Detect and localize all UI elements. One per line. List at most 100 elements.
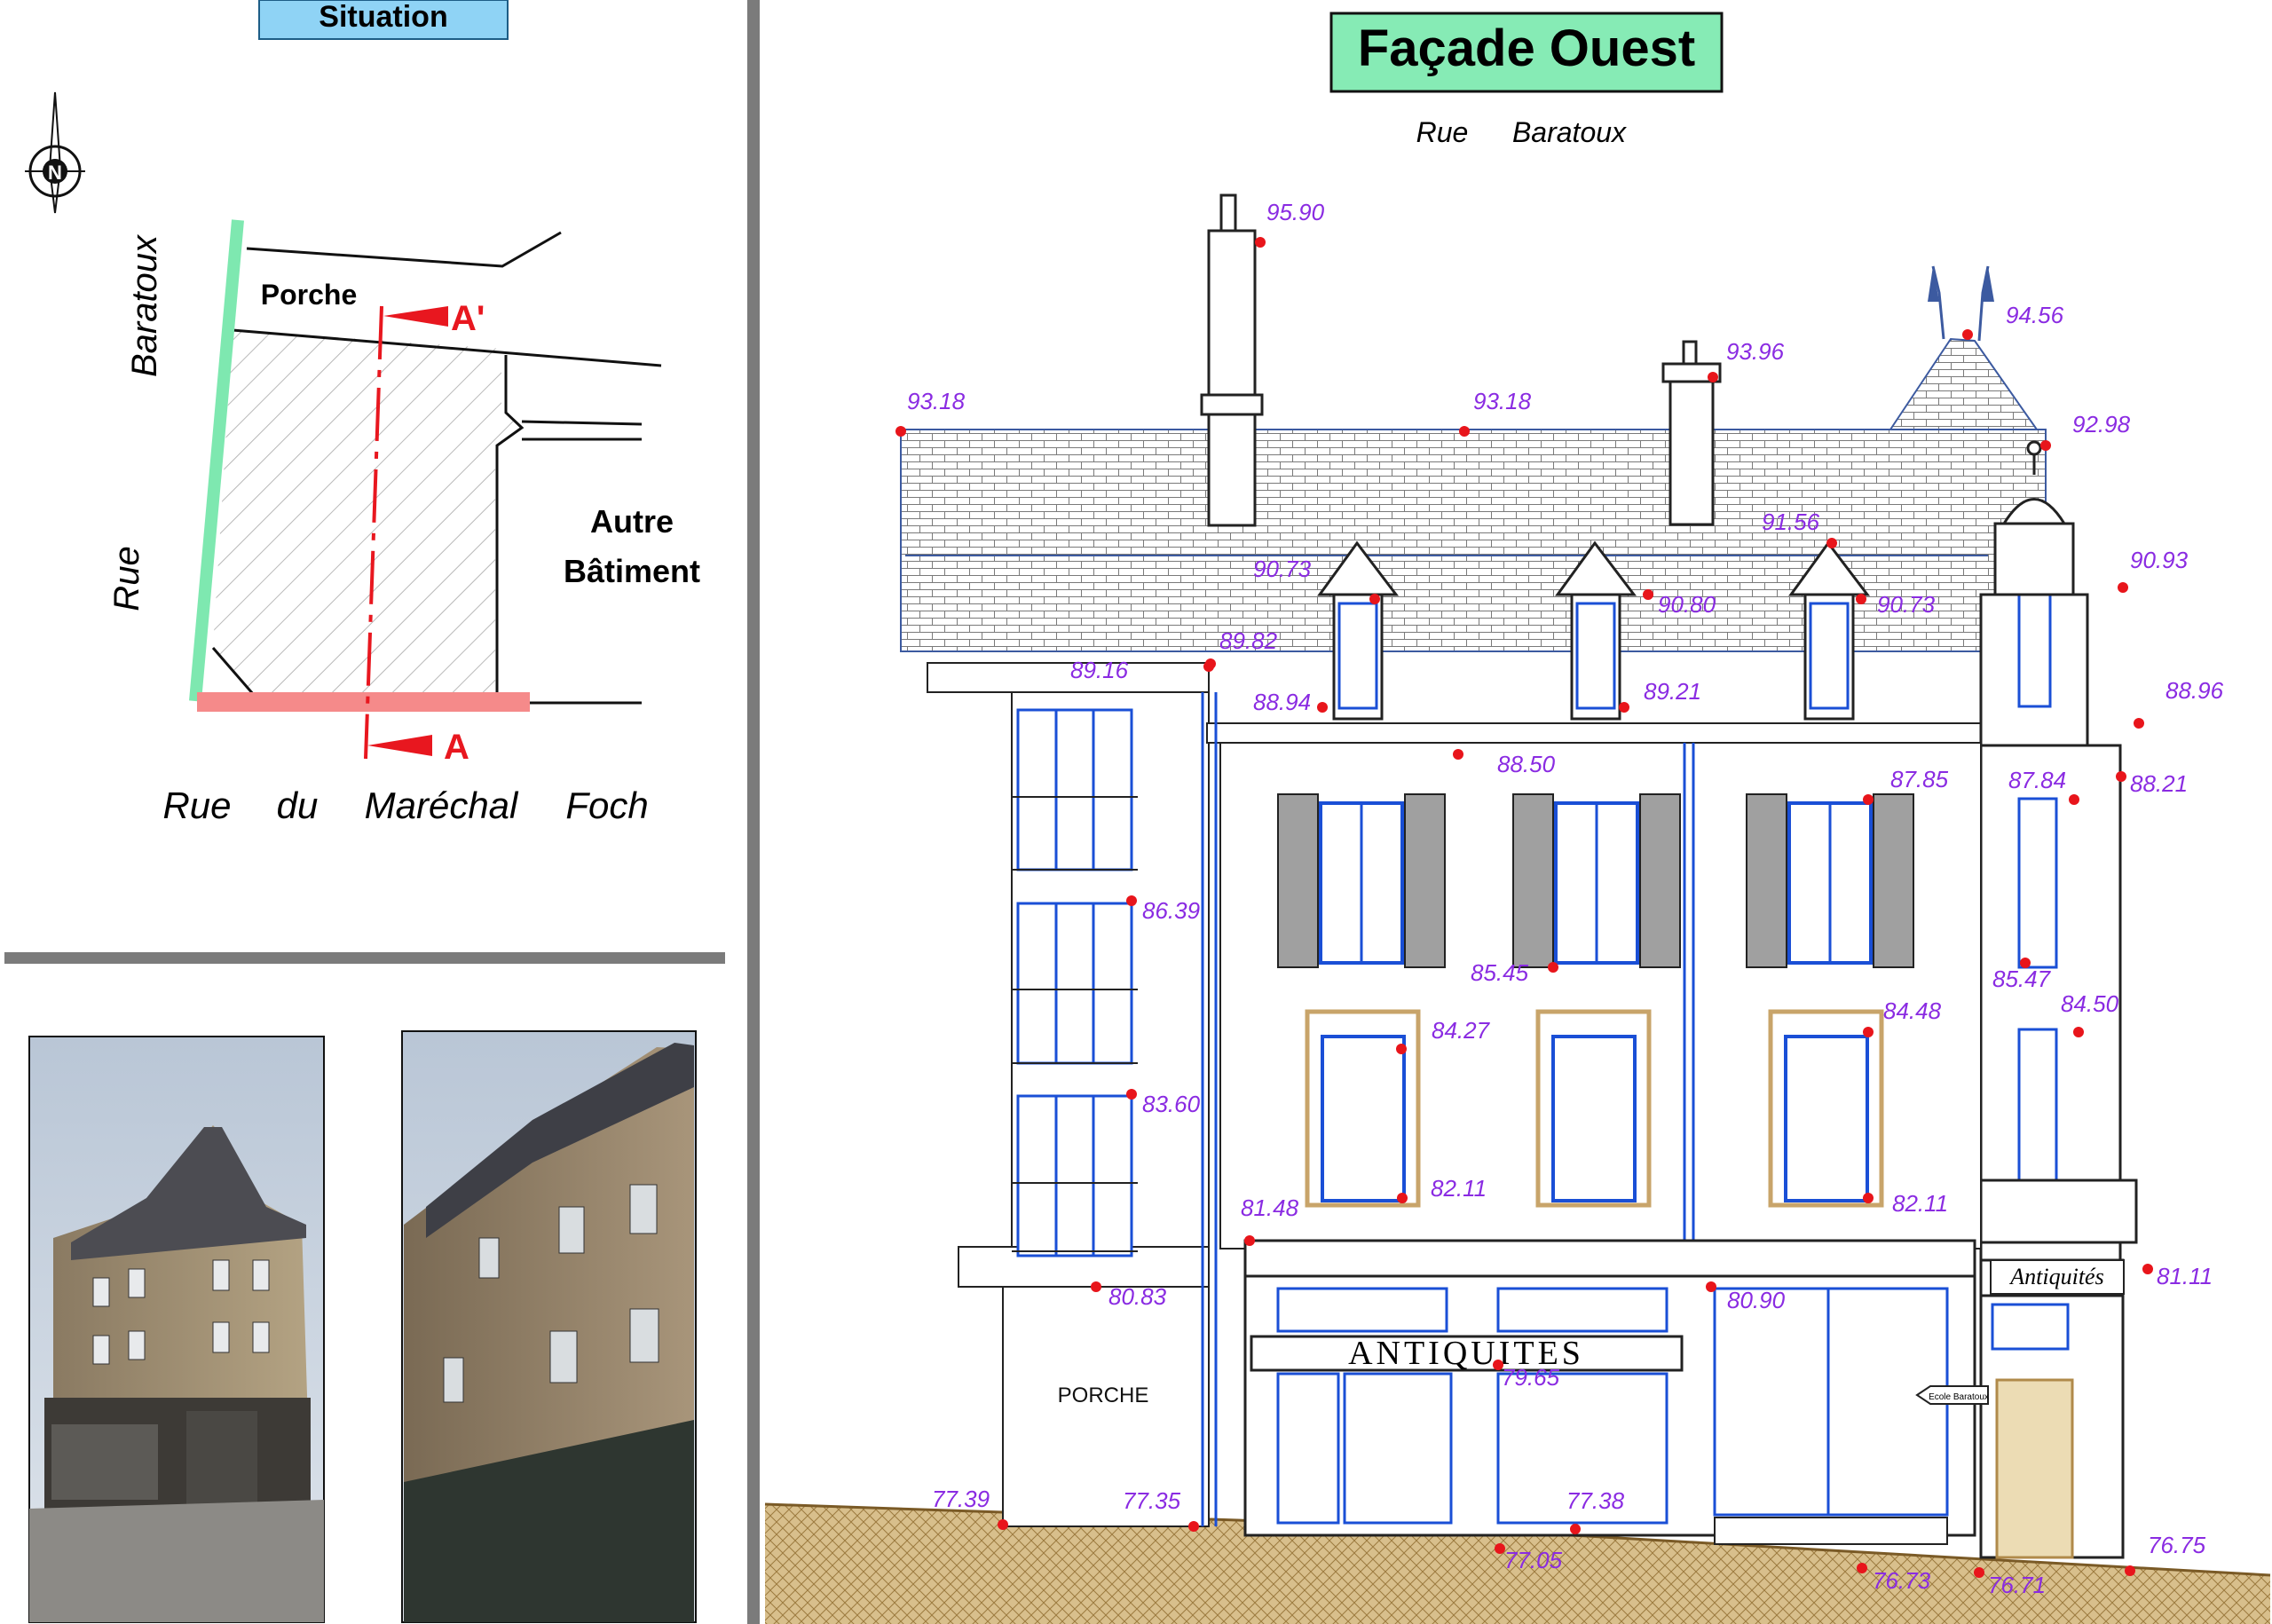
elevation-dot <box>1369 594 1380 604</box>
elevation-dot <box>1863 1193 1874 1203</box>
elevation-dot <box>2069 794 2079 805</box>
north-label: N <box>48 162 62 184</box>
elevation-label: 88.94 <box>1253 689 1311 715</box>
street-left-word1: Rue <box>107 546 146 611</box>
elevation-label: 82.11 <box>1892 1190 1948 1217</box>
chimney-right <box>1661 340 1722 526</box>
elevation-label: 80.90 <box>1727 1287 1786 1313</box>
street-bottom-word4: Foch <box>565 784 648 826</box>
facade-panel: Façade Ouest Rue Baratoux PORCHE Antiqui… <box>764 12 2271 1624</box>
elevation-label: 84.27 <box>1432 1017 1491 1044</box>
elevation-label: 90.93 <box>2130 547 2189 573</box>
elevation-dot <box>1188 1521 1199 1532</box>
facade-subtitle-word1: Rue <box>1416 116 1469 148</box>
elevation-dot <box>1974 1567 1984 1578</box>
elevation-label: 81.48 <box>1241 1194 1299 1221</box>
turret-roof <box>1889 337 2039 430</box>
elevation-dot <box>1706 1281 1716 1292</box>
elevation-label: 89.21 <box>1644 678 1701 705</box>
elevation-dot <box>1396 1044 1407 1054</box>
elevation-label: 89.16 <box>1070 657 1129 683</box>
elevation-label: 85.47 <box>1992 966 2052 992</box>
section-arrow-top-icon <box>383 306 448 327</box>
porche-label: Porche <box>261 279 357 311</box>
facade-subtitle-word2: Baratoux <box>1512 116 1627 148</box>
elevation-dot <box>1962 329 1973 340</box>
elevation-label: 76.73 <box>1873 1567 1931 1594</box>
elevation-label: 80.83 <box>1108 1283 1167 1310</box>
elevation-dot <box>2125 1565 2135 1576</box>
elevation-label: 77.35 <box>1123 1487 1181 1514</box>
vertical-separator <box>747 0 760 1624</box>
corner-sign: Antiquités <box>2008 1264 2103 1289</box>
photo-west-facade-view <box>401 1030 697 1623</box>
street-bottom-word3: Maréchal <box>365 784 519 826</box>
elevation-label: 79.65 <box>1502 1364 1560 1391</box>
elevation-label: 87.85 <box>1890 766 1949 792</box>
elevation-label: 77.38 <box>1566 1487 1625 1514</box>
elevation-label: 77.05 <box>1504 1547 1563 1573</box>
elevation-label: 88.50 <box>1497 751 1556 777</box>
facade-title: Façade Ouest <box>1358 20 1695 77</box>
elevation-dot <box>1453 749 1463 760</box>
cornice <box>1206 722 1998 744</box>
elevation-label: 90.73 <box>1877 591 1936 618</box>
second-row-windows <box>1305 1009 1884 1208</box>
elevation-dot <box>1548 962 1558 973</box>
elevation-dot <box>1244 1235 1255 1246</box>
elevation-label: 84.48 <box>1883 997 1942 1024</box>
elevation-label: 95.90 <box>1266 199 1325 225</box>
street-sign: Ecole Baratoux <box>1929 1392 1989 1402</box>
elevation-label: 82.11 <box>1431 1175 1487 1202</box>
elevation-label: 76.71 <box>1988 1572 2046 1598</box>
elevation-label: 84.50 <box>2061 990 2119 1017</box>
elevation-label: 92.98 <box>2072 411 2131 438</box>
first-floor-windows <box>1277 793 1914 968</box>
section-label-bottom: A <box>444 728 469 767</box>
section-label-top: A' <box>451 299 485 338</box>
elevation-dot <box>1708 372 1718 382</box>
elevation-dot <box>1255 237 1266 248</box>
elevation-dot <box>895 426 906 437</box>
situation-panel: Situation N A' A Porche Autre Bâtiment R… <box>25 0 700 826</box>
elevation-dot <box>1826 538 1837 548</box>
elevation-dot <box>1863 1027 1874 1037</box>
elevation-dot <box>2118 582 2128 593</box>
elevation-dot <box>1397 1193 1408 1203</box>
street-bottom-word2: du <box>277 784 319 826</box>
elevation-dot <box>998 1519 1008 1530</box>
elevation-label: 93.18 <box>1473 388 1532 414</box>
autre-batiment-line2: Bâtiment <box>564 553 700 589</box>
elevation-dot <box>2134 718 2144 729</box>
elevation-label: 77.39 <box>932 1486 990 1512</box>
elevation-label: 86.39 <box>1142 897 1200 924</box>
elevation-dot <box>1863 794 1874 805</box>
elevation-label: 88.21 <box>2130 770 2188 797</box>
elevation-label: 85.45 <box>1471 959 1529 986</box>
elevation-label: 88.96 <box>2166 677 2224 704</box>
elevation-dot <box>2116 771 2126 782</box>
elevation-dot <box>1091 1281 1101 1292</box>
elevation-dot <box>2073 1027 2084 1037</box>
elevation-label: 90.73 <box>1253 556 1312 582</box>
elevation-dot <box>1619 702 1629 713</box>
section-arrow-bottom-icon <box>367 735 432 756</box>
elevation-dot <box>1570 1524 1581 1534</box>
elevation-label: 87.84 <box>2008 767 2066 793</box>
elevation-dot <box>1459 426 1470 437</box>
drawing-sheet: Situation N A' A Porche Autre Bâtiment R… <box>4 0 2271 1624</box>
elevation-label: 76.75 <box>2148 1532 2206 1558</box>
elevation-dot <box>1126 895 1137 906</box>
elevation-label: 93.18 <box>907 388 966 414</box>
elevation-dot <box>1643 589 1653 600</box>
street-bottom-word1: Rue <box>162 784 231 826</box>
building-footprint <box>213 330 519 697</box>
elevation-label: 90.80 <box>1658 591 1716 618</box>
autre-batiment-line1: Autre <box>590 503 674 540</box>
horizontal-separator <box>4 952 725 964</box>
elevation-label: 94.56 <box>2006 302 2064 328</box>
main-roof <box>900 429 2047 652</box>
elevation-dot <box>1126 1089 1137 1100</box>
annex-windows <box>1016 708 1133 1257</box>
chimney-left <box>1200 193 1264 527</box>
